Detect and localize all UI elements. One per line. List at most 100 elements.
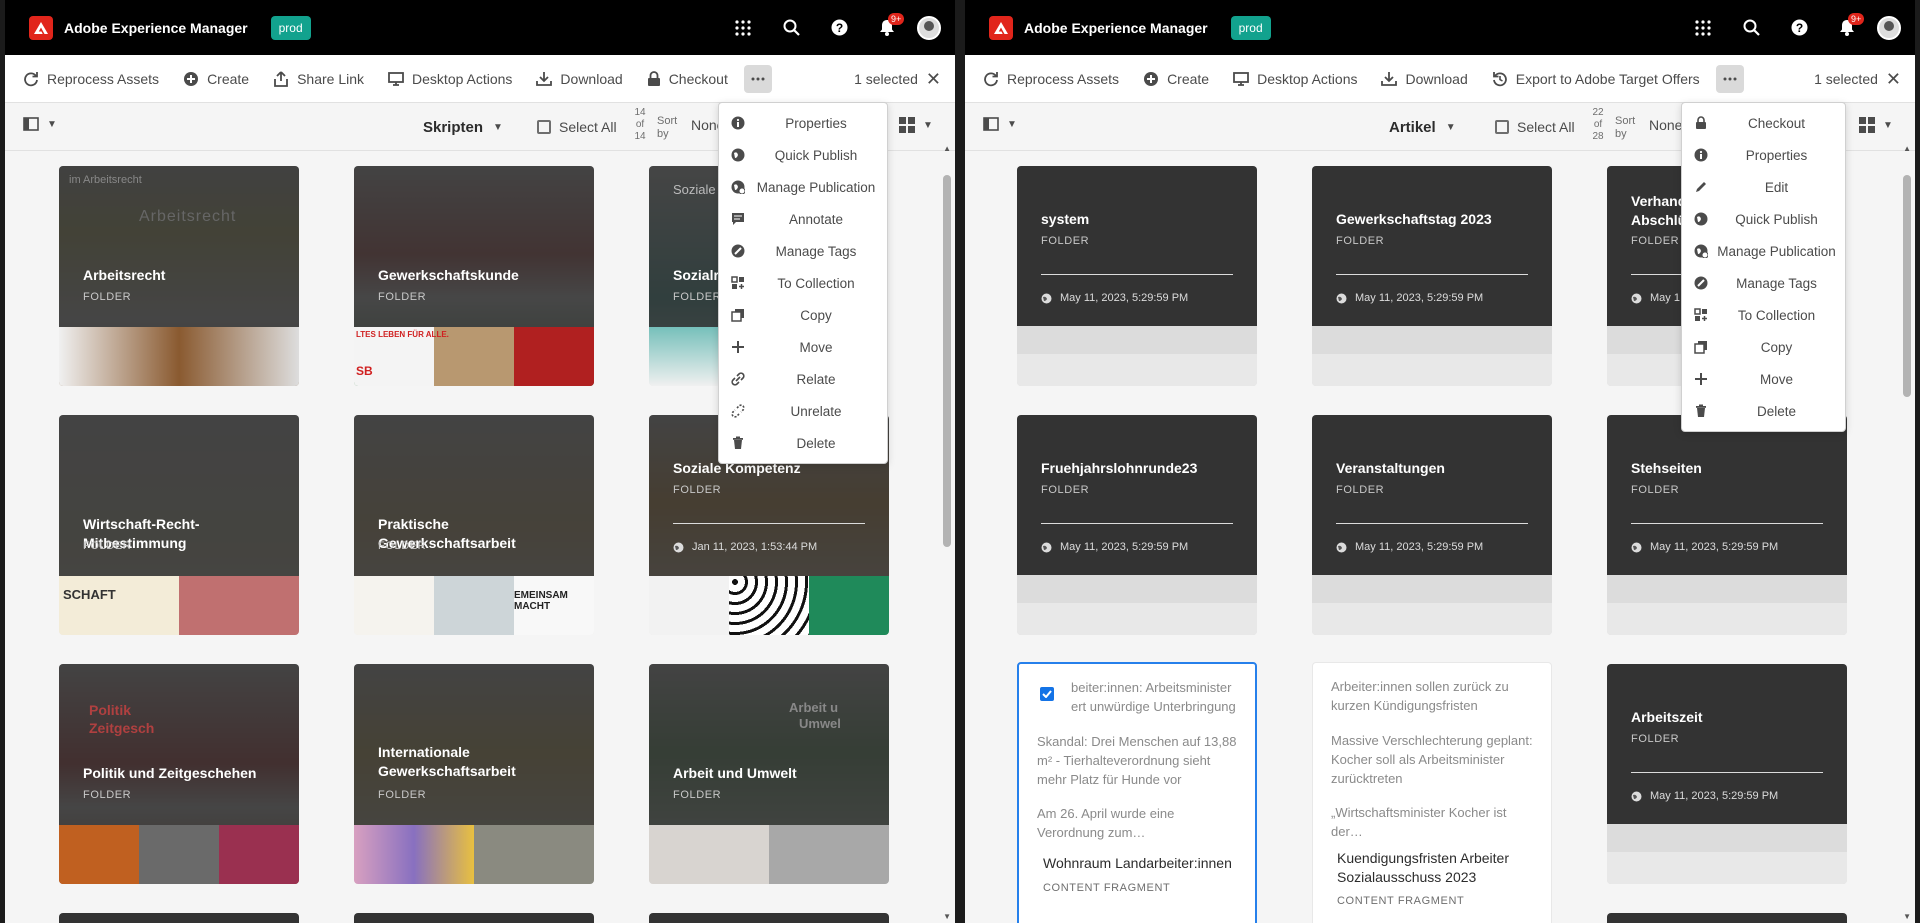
menu-item-annotate[interactable]: Annotate (719, 203, 887, 235)
download-button[interactable]: Download (524, 55, 634, 103)
desktop-actions-button[interactable]: Desktop Actions (376, 55, 524, 103)
scrollbar-thumb[interactable] (1903, 175, 1911, 397)
checkmark-icon (1042, 690, 1052, 698)
search-icon[interactable] (767, 4, 815, 52)
content-fragment-card[interactable]: beiter:innen: Arbeitsminister ert unwürd… (1017, 662, 1257, 923)
menu-item-quick-publish[interactable]: Quick Publish (1682, 203, 1845, 235)
solutions-grid-icon[interactable] (1679, 4, 1727, 52)
close-selection-icon[interactable]: ✕ (926, 69, 941, 90)
menu-item-checkout[interactable]: Checkout (1682, 107, 1845, 139)
menu-item-properties[interactable]: Properties (719, 107, 887, 139)
create-button[interactable]: Create (171, 55, 261, 103)
menu-item-properties[interactable]: Properties (1682, 139, 1845, 171)
view-switcher-button[interactable]: ▼ (1859, 117, 1893, 133)
scrollbar-thumb[interactable] (943, 175, 951, 547)
folder-card[interactable]: Veranstaltungen FOLDER May 11, 2023, 5:29:… (1312, 415, 1552, 635)
card-type: FOLDER (83, 291, 132, 303)
menu-item-move[interactable]: Move (1682, 363, 1845, 395)
search-icon[interactable] (1727, 4, 1775, 52)
menu-item-quick-publish[interactable]: Quick Publish (719, 139, 887, 171)
rail-toggle-button[interactable]: ▼ (23, 117, 57, 131)
folder-card[interactable]: im Arbeitsrecht Arbeitsrecht Arbeitsrech… (59, 166, 299, 386)
card-title: Arbeitsrecht (83, 267, 166, 283)
view-switcher-button[interactable]: ▼ (899, 117, 933, 133)
menu-item-manage-tags[interactable]: Manage Tags (1682, 267, 1845, 299)
desktop-actions-button[interactable]: Desktop Actions (1221, 55, 1369, 103)
scroll-down-icon[interactable]: ▼ (943, 912, 951, 921)
folder-card[interactable]: Arbeit u Umwel Arbeit und Umwelt FOLDER (649, 664, 889, 884)
reprocess-assets-button[interactable]: Reprocess Assets (971, 55, 1131, 103)
rail-toggle-button[interactable]: ▼ (983, 117, 1017, 131)
env-badge: prod (1230, 15, 1271, 40)
share-link-button[interactable]: Share Link (261, 55, 376, 103)
folder-card[interactable]: Gewerkschaftstag 2023 FOLDER May 11, 2023,… (1312, 166, 1552, 386)
card-type: FOLDER (378, 789, 427, 801)
folder-card[interactable]: Fruehjahrslohnrunde23 FOLDER May 11, 2023,… (1017, 415, 1257, 635)
menu-item-manage-publication[interactable]: Manage Publication (719, 171, 887, 203)
menu-item-relate[interactable]: Relate (719, 363, 887, 395)
folder-card[interactable]: SCHAFT Wirtschaft-Recht-Mitbestimmung FO… (59, 415, 299, 635)
menu-item-manage-publication[interactable]: Manage Publication (1682, 235, 1845, 267)
app-title[interactable]: Adobe Experience Manager (64, 20, 248, 36)
menu-item-manage-tags[interactable]: Manage Tags (719, 235, 887, 267)
chevron-down-icon: ▼ (923, 119, 933, 131)
folder-card[interactable]: Politik Zeitgesch Politik und Zeitgesche… (59, 664, 299, 884)
menu-item-move[interactable]: Move (719, 331, 887, 363)
avatar[interactable] (917, 15, 941, 40)
menu-item-to-collection[interactable]: To Collection (1682, 299, 1845, 331)
selected-checkbox[interactable] (1037, 684, 1057, 704)
more-actions-button[interactable] (1715, 64, 1744, 93)
notifications-bell-icon[interactable]: 9+ (1823, 4, 1871, 52)
checkbox-icon (537, 120, 551, 134)
folder-card[interactable] (649, 913, 889, 923)
scroll-up-icon[interactable]: ▲ (1903, 144, 1911, 153)
folder-dropdown[interactable]: Skripten ▼ (423, 103, 503, 151)
card-type: FOLDER (673, 291, 722, 303)
fragment-title: Kuendigungsfristen Arbeiter Sozialaussch… (1337, 850, 1509, 885)
checkout-button[interactable]: Checkout (635, 55, 740, 103)
folder-card[interactable]: EMEINSAM MACHT Praktische Gewerkschaftsa… (354, 415, 594, 635)
folder-card[interactable]: Arbeitszeit FOLDER May 11, 2023, 5:29:59 P… (1607, 664, 1847, 884)
menu-item-delete[interactable]: Delete (1682, 395, 1845, 427)
folder-card[interactable] (1607, 913, 1847, 923)
folder-card[interactable]: LTES LEBEN FÜR ALLE. SB Gewerkschaftskun… (354, 166, 594, 386)
notifications-bell-icon[interactable]: 9+ (863, 4, 911, 52)
folder-card[interactable]: Internationale Gewerkschaftsarbeit FOLDE… (354, 664, 594, 884)
scroll-up-icon[interactable]: ▲ (943, 144, 951, 153)
folder-dropdown[interactable]: Artikel ▼ (1389, 103, 1456, 151)
download-button[interactable]: Download (1369, 55, 1479, 103)
card-type: FOLDER (1041, 235, 1090, 247)
menu-item-unrelate[interactable]: Unrelate (719, 395, 887, 427)
globe-icon (1631, 791, 1642, 801)
card-type: FOLDER (1336, 235, 1385, 247)
help-icon[interactable]: ? (1775, 4, 1823, 52)
export-target-offers-button[interactable]: Export to Adobe Target Offers (1480, 55, 1712, 103)
close-selection-icon[interactable]: ✕ (1886, 69, 1901, 90)
scrollbar[interactable]: ▲ ▼ (1899, 144, 1915, 923)
menu-item-copy[interactable]: Copy (719, 299, 887, 331)
menu-item-to-collection[interactable]: To Collection (719, 267, 887, 299)
avatar[interactable] (1877, 15, 1901, 40)
menu-item-copy[interactable]: Copy (1682, 331, 1845, 363)
sort-value[interactable]: None (1649, 117, 1682, 133)
create-button[interactable]: Create (1131, 55, 1221, 103)
scrollbar[interactable]: ▲ ▼ (939, 144, 955, 923)
folder-card[interactable] (354, 913, 594, 923)
app-title[interactable]: Adobe Experience Manager (1024, 20, 1208, 36)
solutions-grid-icon[interactable] (719, 4, 767, 52)
select-all-button[interactable]: Select All (537, 103, 617, 151)
menu-item-edit[interactable]: Edit (1682, 171, 1845, 203)
folder-card[interactable]: Stehseiten FOLDER May 11, 2023, 5:29:59 PM (1607, 415, 1847, 635)
menu-item-delete[interactable]: Delete (719, 427, 887, 459)
more-actions-button[interactable] (743, 64, 772, 93)
folder-card[interactable]: system FOLDER May 11, 2023, 5:29:59 PM (1017, 166, 1257, 386)
card-type: FOLDER (1041, 484, 1090, 496)
folder-card[interactable] (59, 913, 299, 923)
scroll-down-icon[interactable]: ▼ (1903, 912, 1911, 921)
help-icon[interactable]: ? (815, 4, 863, 52)
select-all-button[interactable]: Select All (1495, 103, 1575, 151)
reprocess-assets-button[interactable]: Reprocess Assets (11, 55, 171, 103)
adobe-logo-icon[interactable] (29, 15, 53, 40)
adobe-logo-icon[interactable] (989, 15, 1013, 40)
content-fragment-card[interactable]: Arbeiter:innen sollen zurück zu kurzen K… (1312, 662, 1552, 923)
